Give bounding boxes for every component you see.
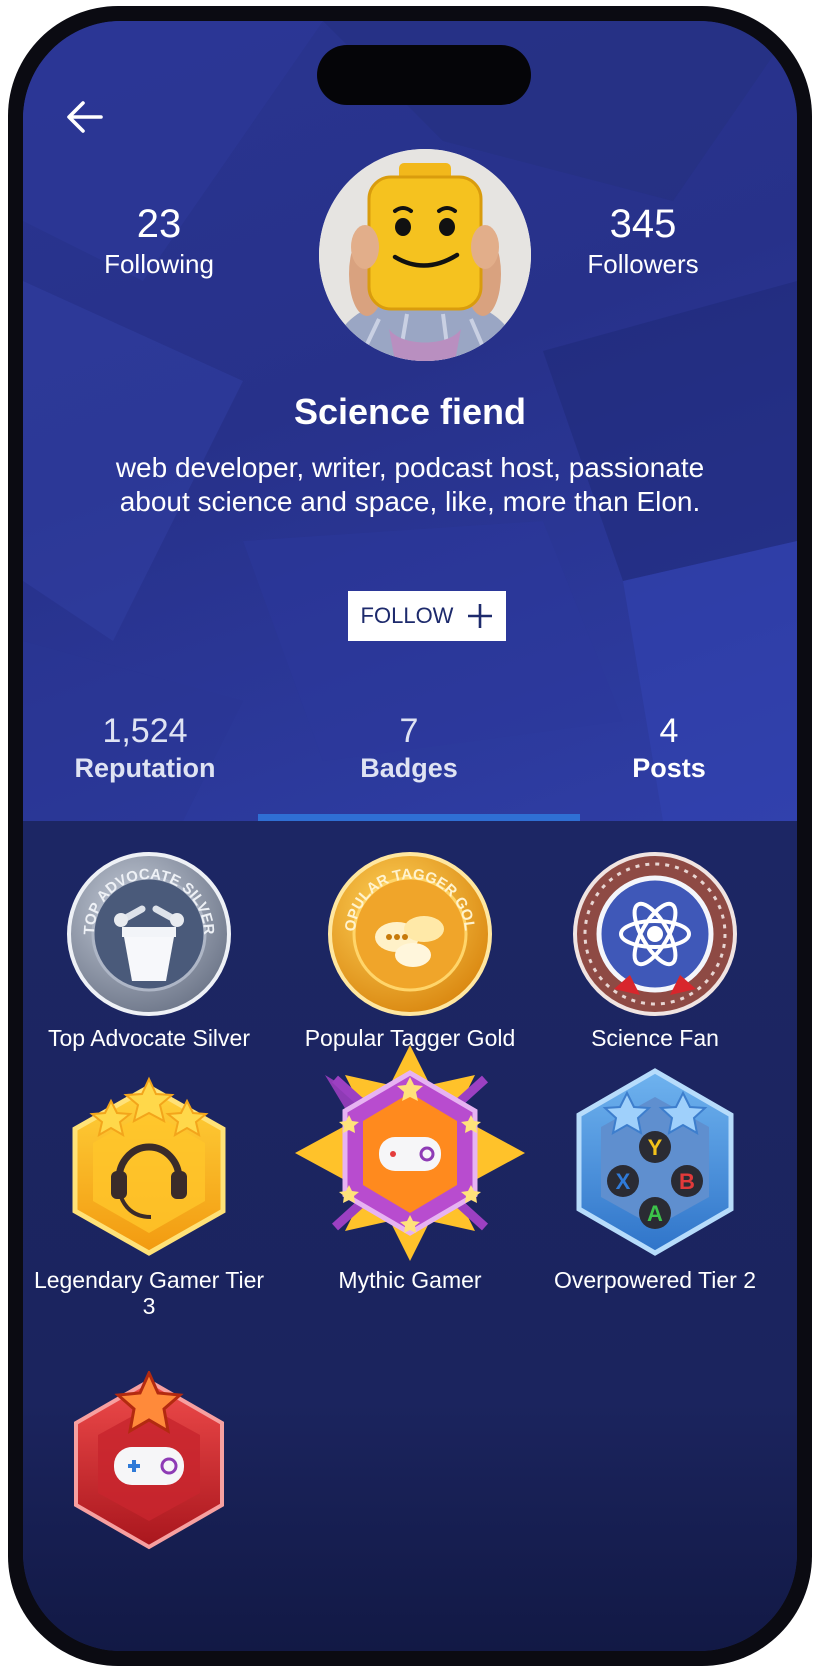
- legendary-gamer-icon: [72, 1076, 226, 1256]
- badge-item[interactable]: TOP ADVOCATE SILVER Top Advocate Silver: [29, 849, 269, 1051]
- followers-stat[interactable]: 345 Followers: [543, 201, 743, 281]
- badge-name: Overpowered Tier 2: [554, 1267, 756, 1293]
- followers-label: Followers: [587, 249, 699, 279]
- badge-name: Top Advocate Silver: [47, 1025, 250, 1051]
- badge-item[interactable]: Y X B A Overpowered Tier 2: [535, 1063, 775, 1293]
- badge-item[interactable]: Legendary Gamer Tier 3: [29, 1071, 269, 1319]
- follow-button-label: FOLLOW: [360, 603, 454, 628]
- phone-frame: 23 Following 345 Followers Science fiend…: [8, 6, 812, 1666]
- badges-grid: TOP ADVOCATE SILVER Top Advocate Silver …: [23, 821, 797, 1651]
- badge-name: Legendary Gamer Tier 3: [33, 1267, 265, 1319]
- a-button-letter: A: [647, 1201, 663, 1226]
- screen: 23 Following 345 Followers Science fiend…: [23, 21, 797, 1651]
- badge-name: Science Fan: [591, 1025, 719, 1051]
- profile-header: 23 Following 345 Followers Science fiend…: [23, 21, 797, 821]
- top-advocate-silver-icon: TOP ADVOCATE SILVER: [67, 852, 231, 1016]
- overpowered-icon: Y X B A: [576, 1068, 734, 1256]
- following-count: 23: [136, 202, 182, 246]
- tab-posts[interactable]: 4 Posts: [569, 711, 769, 785]
- badge-item[interactable]: [29, 1371, 269, 1561]
- profile-name: Science fiend: [293, 391, 527, 432]
- red-gamer-badge-icon: [74, 1371, 224, 1550]
- tab-badges[interactable]: 7 Badges: [309, 711, 509, 785]
- posts-count: 4: [659, 712, 679, 750]
- follow-button[interactable]: FOLLOW: [348, 591, 506, 641]
- reputation-label: Reputation: [74, 753, 216, 783]
- badge-item[interactable]: Mythic Gamer: [290, 1045, 530, 1293]
- back-arrow-icon[interactable]: [61, 93, 109, 141]
- badge-name: Mythic Gamer: [338, 1267, 482, 1293]
- science-fan-icon: [573, 852, 737, 1016]
- y-button-letter: Y: [648, 1135, 663, 1160]
- x-button-letter: X: [616, 1169, 631, 1194]
- profile-bio: web developer, writer, podcast host, pas…: [115, 452, 705, 517]
- badge-item[interactable]: POPULAR TAGGER GOLD Popular Tagger Gold: [290, 849, 530, 1051]
- badges-label: Badges: [360, 753, 458, 783]
- followers-count: 345: [609, 202, 677, 246]
- tab-reputation[interactable]: 1,524 Reputation: [45, 711, 245, 785]
- reputation-count: 1,524: [102, 712, 188, 750]
- popular-tagger-gold-icon: POPULAR TAGGER GOLD: [325, 849, 492, 1016]
- avatar-image: [319, 149, 531, 361]
- badges-count: 7: [399, 712, 419, 750]
- following-stat[interactable]: 23 Following: [59, 201, 259, 281]
- following-label: Following: [104, 249, 214, 279]
- mythic-gamer-icon: [295, 1045, 525, 1261]
- phone-notch: [317, 45, 531, 105]
- posts-label: Posts: [632, 753, 706, 783]
- plus-icon: [468, 604, 493, 628]
- active-tab-indicator: [258, 814, 580, 821]
- badge-item[interactable]: Science Fan: [535, 849, 775, 1051]
- avatar: [319, 149, 531, 361]
- b-button-letter: B: [679, 1169, 695, 1194]
